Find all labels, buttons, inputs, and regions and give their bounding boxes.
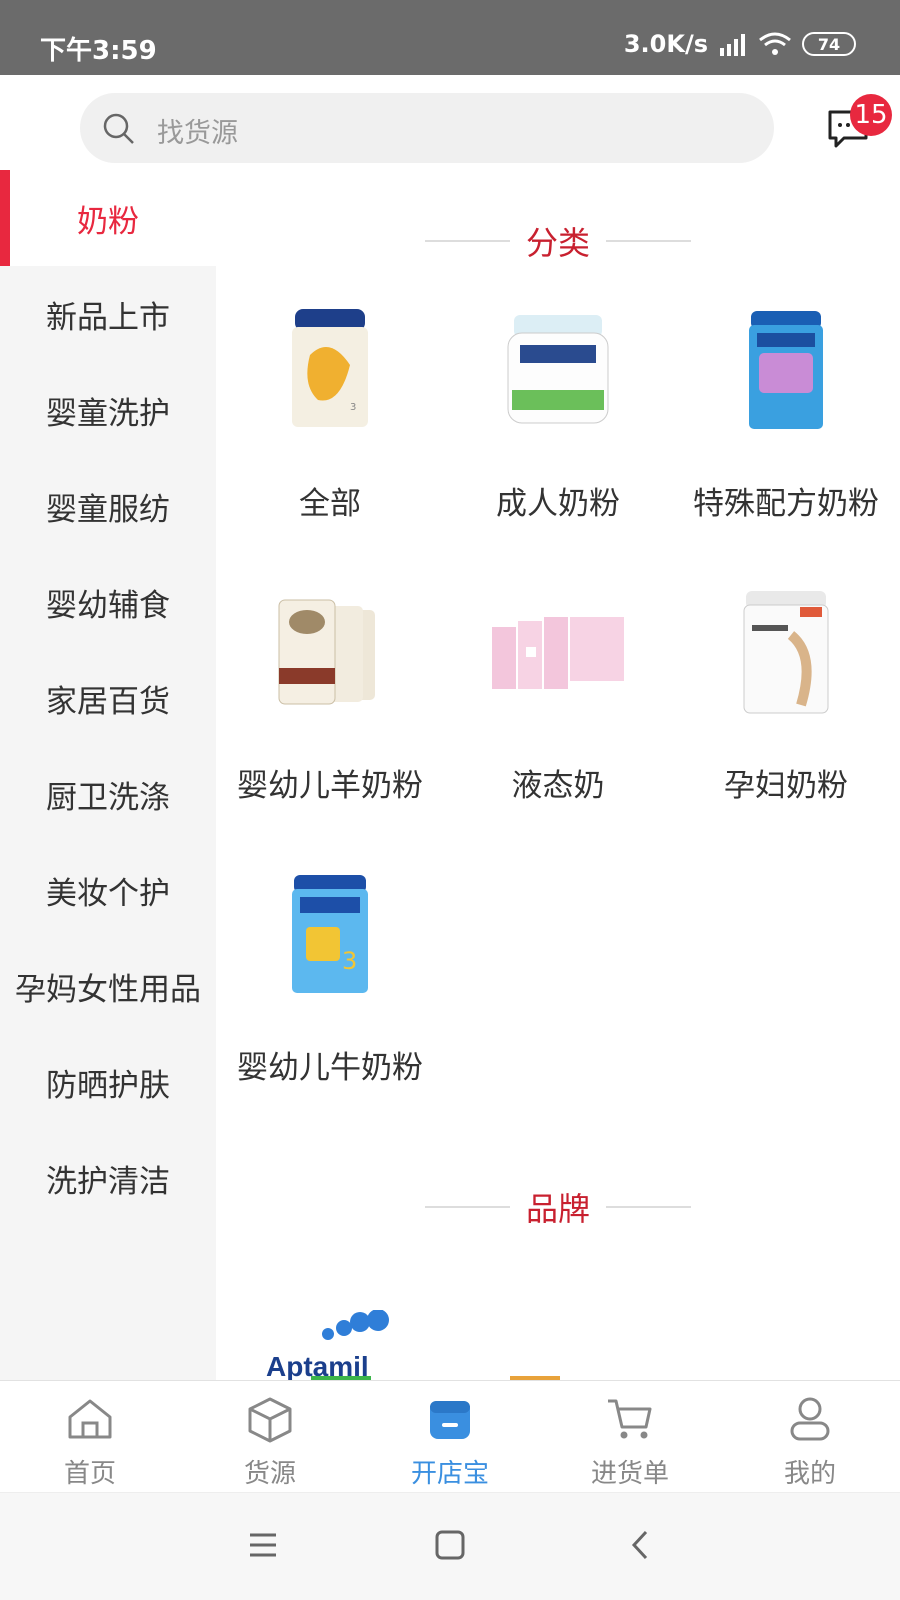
sidebar-item-sunscreen[interactable]: 防晒护肤 — [0, 1034, 216, 1130]
category-sidebar: 奶粉 新品上市 婴童洗护 婴童服纺 婴幼辅食 家居百货 厨卫洗涤 美妆个护 孕妈… — [0, 170, 216, 1380]
sidebar-item-baby-bath[interactable]: 婴童洗护 — [0, 362, 216, 458]
category-infant-cow-milk[interactable]: 3 婴幼儿牛奶粉 — [216, 854, 444, 1136]
home-icon — [68, 1399, 112, 1439]
category-special-formula[interactable]: 特殊配方奶粉 — [672, 290, 900, 572]
system-nav-bar — [0, 1492, 900, 1600]
category-content: 分类 3 全部 成人奶粉 特殊配方奶粉 婴幼儿羊奶粉 液态奶 孕妇奶粉 3 婴幼… — [216, 170, 900, 1380]
sidebar-item-beauty[interactable]: 美妆个护 — [0, 842, 216, 938]
user-icon — [790, 1397, 830, 1441]
sidebar-item-milk-powder[interactable]: 奶粉 — [0, 170, 216, 266]
sidebar-item-new-arrivals[interactable]: 新品上市 — [0, 266, 216, 362]
svg-text:3: 3 — [350, 402, 356, 413]
category-maternal-milk[interactable]: 孕妇奶粉 — [672, 572, 900, 854]
network-speed: 3.0K/s — [623, 30, 708, 58]
category-goat-milk[interactable]: 婴幼儿羊奶粉 — [216, 572, 444, 854]
sidebar-item-kitchen-bath[interactable]: 厨卫洗涤 — [0, 746, 216, 842]
aptamil-can-icon — [716, 300, 856, 440]
bottom-tab-bar: 首页 货源 开店宝 进货单 我的 — [0, 1380, 900, 1492]
sidebar-item-maternity[interactable]: 孕妈女性用品 — [0, 938, 216, 1034]
full-cream-jar-icon — [488, 300, 628, 440]
brand-section-title: 品牌 — [216, 1184, 900, 1230]
tab-sources[interactable]: 货源 — [180, 1381, 360, 1492]
search-bar[interactable]: 找货源 — [80, 93, 774, 163]
formula-can-gold-icon: 3 — [260, 300, 400, 440]
tab-profile[interactable]: 我的 — [720, 1381, 900, 1492]
sidebar-item-baby-clothing[interactable]: 婴童服纺 — [0, 458, 216, 554]
tab-store[interactable]: 开店宝 — [360, 1381, 540, 1492]
battery-indicator: 74 — [802, 32, 856, 56]
goat-milk-cans-icon — [260, 582, 400, 722]
tab-home[interactable]: 首页 — [0, 1381, 180, 1492]
menu-icon[interactable] — [248, 1531, 278, 1559]
aptamil-stage3-can-icon: 3 — [260, 864, 400, 1004]
status-right: 3.0K/s 74 — [624, 30, 856, 58]
sidebar-item-cleaning[interactable]: 洗护清洁 — [0, 1130, 216, 1226]
svg-text:Aptamil: Aptamil — [266, 1351, 369, 1380]
brand-list: Aptamil — [216, 1309, 900, 1380]
aptamil-brand-logo[interactable]: Aptamil — [216, 1309, 900, 1380]
maternal-formula-can-icon — [716, 582, 856, 722]
tab-cart[interactable]: 进货单 — [540, 1381, 720, 1492]
category-grid: 3 全部 成人奶粉 特殊配方奶粉 婴幼儿羊奶粉 液态奶 孕妇奶粉 3 婴幼儿牛奶… — [216, 290, 900, 1136]
sidebar-item-household[interactable]: 家居百货 — [0, 650, 216, 746]
divider — [424, 1206, 510, 1208]
search-input[interactable]: 找货源 — [157, 111, 238, 150]
divider — [606, 240, 691, 242]
cart-icon — [608, 1399, 652, 1439]
svg-text:3: 3 — [342, 947, 357, 975]
wifi-icon — [759, 32, 791, 55]
search-icon — [103, 113, 134, 144]
store-icon — [430, 1401, 470, 1439]
divider — [424, 240, 510, 242]
signal-icon — [720, 34, 745, 56]
category-all[interactable]: 3 全部 — [216, 290, 444, 572]
box-icon — [248, 1397, 292, 1443]
category-adult-milk[interactable]: 成人奶粉 — [444, 290, 672, 572]
message-badge: 15 — [850, 94, 892, 136]
home-square-icon[interactable] — [434, 1529, 466, 1561]
sidebar-item-baby-food[interactable]: 婴幼辅食 — [0, 554, 216, 650]
divider — [606, 1206, 691, 1208]
category-liquid-milk[interactable]: 液态奶 — [444, 572, 672, 854]
back-icon[interactable] — [628, 1529, 652, 1561]
milk-cartons-icon — [488, 582, 628, 722]
status-bar: 下午3:59 3.0K/s 74 — [0, 0, 900, 75]
category-section-title: 分类 — [216, 218, 900, 264]
status-time: 下午3:59 — [40, 36, 157, 66]
